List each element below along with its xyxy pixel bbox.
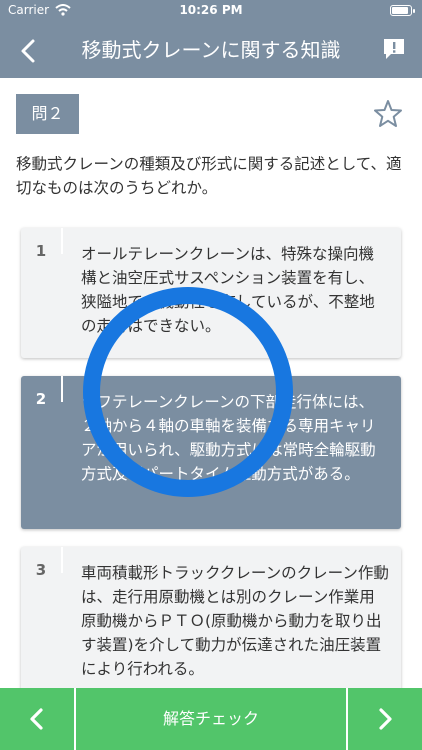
question-text: 移動式クレーンの種類及び形式に関する記述として、適切なものは次のうちどれか。 [16, 155, 402, 197]
battery-icon [390, 5, 415, 16]
next-question-button[interactable] [348, 688, 422, 750]
page-title: 移動式クレーンに関する知識 [81, 38, 341, 62]
report-icon[interactable] [382, 37, 406, 61]
option-number: 2 [35, 390, 47, 408]
option-number: 3 [35, 561, 47, 579]
chevron-left-icon [30, 708, 43, 730]
back-chevron-icon[interactable] [14, 36, 44, 66]
option-number: 1 [35, 242, 47, 260]
previous-question-button[interactable] [0, 688, 74, 750]
option-divider [61, 547, 63, 573]
clock: 10:26 PM [179, 3, 243, 17]
chevron-right-icon [379, 708, 392, 730]
nav-bar: 移動式クレーンに関する知識 [0, 22, 422, 78]
option-divider [61, 376, 63, 402]
answer-check-button[interactable]: 解答チェック [76, 688, 346, 750]
option-text: 車両積載形トラッククレーンのクレーン作動は、走行用原動機とは別のクレーン作業用原… [81, 564, 389, 678]
answer-option-3[interactable]: 3 車両積載形トラッククレーンのクレーン作動は、走行用原動機とは別のクレーン作業… [21, 547, 401, 697]
star-icon[interactable] [372, 98, 404, 130]
option-divider [61, 228, 63, 254]
correct-answer-circle-icon [83, 287, 293, 497]
bottom-toolbar: 解答チェック [0, 688, 422, 750]
status-bar: Carrier 10:26 PM [0, 0, 422, 22]
question-number-badge: 問２ [16, 94, 79, 134]
